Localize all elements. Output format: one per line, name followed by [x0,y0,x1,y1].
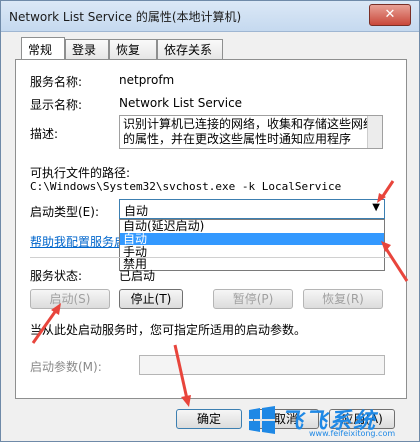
startup-type-value: 自动 [124,204,149,218]
service-status-label: 服务状态: [30,269,83,283]
startup-type-dropdown: 自动(延迟启动) 自动 手动 禁用 [119,219,385,271]
windows-logo-icon [249,406,275,434]
service-name-label: 服务名称: [30,75,83,89]
tab-dependencies[interactable]: 依存关系 [157,39,223,59]
tab-logon[interactable]: 登录 [65,39,109,59]
service-properties-dialog: Network List Service 的属性(本地计算机) ✕ 常规 登录 … [0,0,420,442]
watermark: 飞飞系统 www.feifeixitong.com [247,403,417,439]
description-label: 描述: [30,127,59,141]
close-icon: ✕ [384,7,396,22]
stop-button[interactable]: 停止(T) [119,289,183,309]
display-name-value: Network List Service [119,96,243,110]
annotation-arrow-start [31,303,61,344]
startup-option-auto[interactable]: 自动 [120,233,384,245]
tab-recovery[interactable]: 恢复 [109,39,157,59]
title-bar[interactable]: Network List Service 的属性(本地计算机) ✕ [1,1,419,32]
separator [30,257,390,258]
service-status-value: 已启动 [119,269,156,283]
annotation-arrow-dropdown [377,180,395,203]
description-box[interactable]: 识别计算机已连接的网络，收集和存储这些网络的属性，并在更改这些属性时通知应用程序 [119,115,383,149]
startup-type-label: 启动类型(E): [30,205,99,219]
start-params-hint: 当从此处启动服务时，您可指定所适用的启动参数。 [30,323,307,337]
annotation-arrow-ok [173,344,191,407]
annotation-arrow-option [381,241,409,282]
exe-path-label: 可执行文件的路径: [30,166,131,180]
ok-button[interactable]: 确定 [176,409,242,429]
startup-option-auto-delayed[interactable]: 自动(延迟启动) [120,220,384,232]
close-button[interactable]: ✕ [369,4,411,26]
pause-button[interactable]: 暂停(P) [213,289,293,309]
watermark-url: www.feifeixitong.com [309,429,396,438]
exe-path-value: C:\Windows\System32\svchost.exe -k Local… [30,180,342,193]
display-name-label: 显示名称: [30,98,83,112]
start-params-label: 启动参数(M): [30,360,102,374]
description-text: 识别计算机已连接的网络，收集和存储这些网络的属性，并在更改这些属性时通知应用程序 [123,117,376,146]
service-name-value: netprofm [119,73,175,87]
startup-option-disabled[interactable]: 禁用 [120,258,384,270]
description-scrollbar[interactable] [367,116,382,148]
startup-type-select[interactable]: 自动 ▼ [119,199,385,219]
tab-general[interactable]: 常规 [21,37,65,60]
window-title: Network List Service 的属性(本地计算机) [9,10,242,24]
resume-button[interactable]: 恢复(R) [303,289,383,309]
